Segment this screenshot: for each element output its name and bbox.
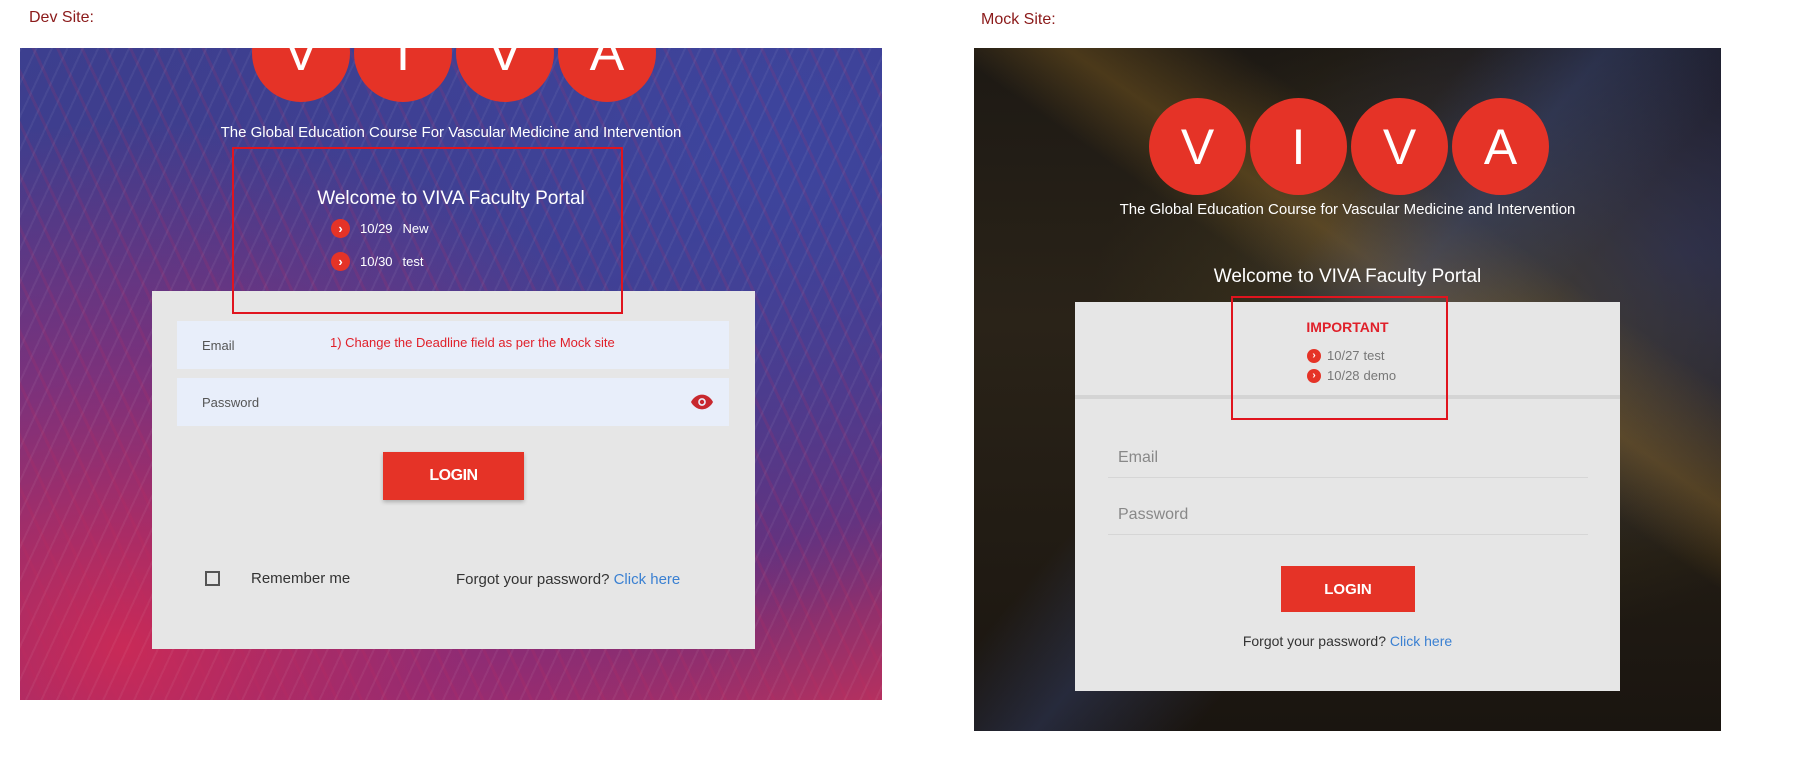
eye-icon[interactable] <box>691 393 713 411</box>
mock-site-label: Mock Site: <box>981 11 1056 28</box>
forgot-password-text: Forgot your password? <box>456 571 610 588</box>
email-placeholder: Email <box>1118 448 1159 466</box>
annotation-note: 1) Change the Deadline field as per the … <box>330 335 615 350</box>
logo-letter-a: A <box>558 48 656 102</box>
forgot-password: Forgot your password? Click here <box>456 571 680 588</box>
viva-logo: V I V A <box>252 48 656 102</box>
highlight-box <box>232 147 623 314</box>
email-field[interactable]: Email 1) Change the Deadline field as pe… <box>177 321 729 369</box>
forgot-password: Forgot your password? Click here <box>1075 633 1620 649</box>
viva-logo: V I V A <box>1149 98 1549 195</box>
remember-me-checkbox[interactable] <box>205 571 220 586</box>
logo-letter-v: V <box>1149 98 1246 195</box>
password-label: Password <box>202 394 260 410</box>
email-field[interactable]: Email <box>1108 438 1588 478</box>
logo-letter-i: I <box>354 48 452 102</box>
highlight-box <box>1231 296 1448 420</box>
password-placeholder: Password <box>1118 505 1189 523</box>
click-here-link[interactable]: Click here <box>1390 633 1452 649</box>
password-field[interactable]: Password <box>177 378 729 426</box>
dev-site-label: Dev Site: <box>29 9 94 26</box>
logo-letter-v: V <box>1351 98 1448 195</box>
forgot-password-text: Forgot your password? <box>1242 633 1387 649</box>
login-button[interactable]: LOGIN <box>1281 566 1415 612</box>
remember-me-label: Remember me <box>251 570 351 587</box>
logo-letter-v: V <box>252 48 350 102</box>
mock-site-screenshot: V I V A The Global Education Course for … <box>974 48 1721 731</box>
tagline: The Global Education Course For Vascular… <box>220 124 682 141</box>
password-field[interactable]: Password <box>1108 495 1588 535</box>
tagline: The Global Education Course for Vascular… <box>1119 201 1576 218</box>
logo-letter-v: V <box>456 48 554 102</box>
logo-letter-a: A <box>1452 98 1549 195</box>
email-label: Email <box>202 337 235 353</box>
welcome-heading: Welcome to VIVA Faculty Portal <box>1213 266 1482 287</box>
dev-site-screenshot: V I V A The Global Education Course For … <box>20 48 882 700</box>
login-card: Email 1) Change the Deadline field as pe… <box>152 291 755 649</box>
login-button[interactable]: LOGIN <box>383 452 524 500</box>
click-here-link[interactable]: Click here <box>614 571 681 588</box>
logo-letter-i: I <box>1250 98 1347 195</box>
